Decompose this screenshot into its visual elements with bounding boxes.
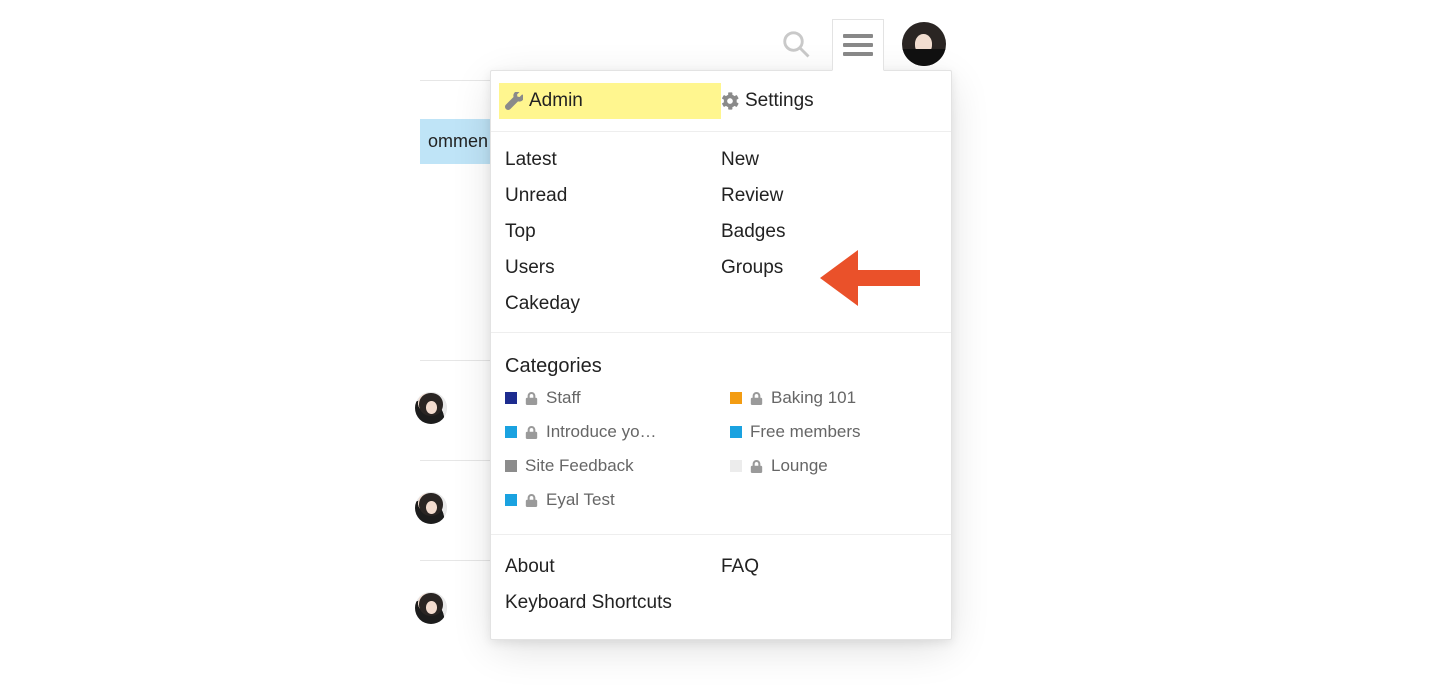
row-separator bbox=[420, 360, 490, 361]
category-label: Eyal Test bbox=[546, 490, 615, 510]
hamburger-icon bbox=[843, 34, 873, 56]
search-button[interactable] bbox=[770, 18, 822, 70]
menu-top[interactable]: Top bbox=[505, 214, 721, 250]
category-color-swatch bbox=[505, 494, 517, 506]
menu-badges[interactable]: Badges bbox=[721, 214, 937, 250]
topic-avatar bbox=[415, 392, 447, 424]
row-separator bbox=[420, 560, 490, 561]
menu-admin[interactable]: Admin bbox=[499, 83, 721, 119]
annotation-arrow bbox=[820, 246, 920, 315]
category-baking-101[interactable]: Baking 101 bbox=[730, 388, 937, 408]
lock-icon bbox=[525, 494, 538, 507]
menu-admin-label: Admin bbox=[529, 90, 583, 112]
categories-heading: Categories bbox=[505, 343, 937, 388]
wrench-icon bbox=[505, 92, 523, 110]
lock-icon bbox=[750, 460, 763, 473]
category-color-swatch bbox=[730, 392, 742, 404]
category-color-swatch bbox=[505, 426, 517, 438]
menu-unread[interactable]: Unread bbox=[505, 178, 721, 214]
category-label: Staff bbox=[546, 388, 581, 408]
categories-section: Categories Staff Introduce yo… Site Feedba… bbox=[491, 333, 951, 534]
hamburger-dropdown: Admin Settings Latest Unread Top Users C… bbox=[490, 70, 952, 640]
lock-icon bbox=[525, 392, 538, 405]
menu-review[interactable]: Review bbox=[721, 178, 937, 214]
menu-settings-label: Settings bbox=[745, 90, 814, 112]
category-color-swatch bbox=[505, 460, 517, 472]
row-separator bbox=[420, 460, 490, 461]
category-eyal-test[interactable]: Eyal Test bbox=[505, 490, 712, 510]
category-label: Baking 101 bbox=[771, 388, 856, 408]
topic-avatar bbox=[415, 592, 447, 624]
menu-about[interactable]: About bbox=[505, 549, 721, 585]
arrow-left-icon bbox=[820, 246, 920, 310]
footer-links: About Keyboard Shortcuts FAQ bbox=[491, 535, 951, 639]
menu-new[interactable]: New bbox=[721, 142, 937, 178]
search-icon bbox=[781, 29, 811, 59]
hamburger-menu-button[interactable] bbox=[832, 19, 884, 71]
menu-users[interactable]: Users bbox=[505, 250, 721, 286]
lock-icon bbox=[750, 392, 763, 405]
category-color-swatch bbox=[730, 460, 742, 472]
topic-avatar bbox=[415, 492, 447, 524]
category-label: Site Feedback bbox=[525, 456, 634, 476]
gear-icon bbox=[721, 92, 739, 110]
menu-latest[interactable]: Latest bbox=[505, 142, 721, 178]
lock-icon bbox=[525, 426, 538, 439]
category-staff[interactable]: Staff bbox=[505, 388, 712, 408]
category-label: Introduce yo… bbox=[546, 422, 657, 442]
menu-keyboard-shortcuts[interactable]: Keyboard Shortcuts bbox=[505, 585, 721, 621]
menu-settings[interactable]: Settings bbox=[721, 83, 937, 119]
header-controls bbox=[770, 18, 946, 70]
current-user-avatar[interactable] bbox=[902, 22, 946, 66]
category-introduce-yo[interactable]: Introduce yo… bbox=[505, 422, 712, 442]
category-lounge[interactable]: Lounge bbox=[730, 456, 937, 476]
category-label: Free members bbox=[750, 422, 861, 442]
category-color-swatch bbox=[505, 392, 517, 404]
menu-faq[interactable]: FAQ bbox=[721, 549, 937, 585]
menu-cakeday[interactable]: Cakeday bbox=[505, 286, 721, 322]
category-site-feedback[interactable]: Site Feedback bbox=[505, 456, 712, 476]
category-label: Lounge bbox=[771, 456, 828, 476]
category-color-swatch bbox=[730, 426, 742, 438]
category-free-members[interactable]: Free members bbox=[730, 422, 937, 442]
